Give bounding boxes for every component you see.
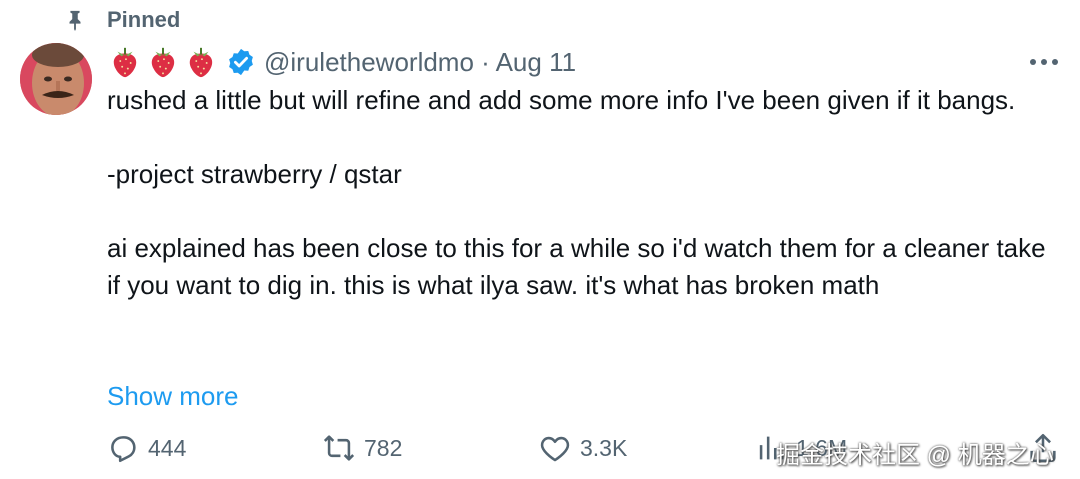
more-icon[interactable] [1026,48,1062,76]
tweet-paragraph: rushed a little but will refine and add … [107,85,1016,115]
tweet-header: @iruletheworldmo · Aug 11 [108,44,576,80]
heart-icon [540,436,570,462]
verified-badge-icon[interactable] [226,47,256,77]
pinned-indicator [64,6,86,34]
reply-button[interactable]: 444 [106,428,186,468]
author-handle-and-date[interactable]: @iruletheworldmo · Aug 11 [264,47,576,78]
tweet-text: rushed a little but will refine and add … [107,82,1057,304]
repost-icon [323,435,355,461]
avatar[interactable] [20,43,92,115]
strawberry-icon [189,47,213,78]
tweet-paragraph: ai explained has been close to this for … [107,233,1046,300]
like-count: 3.3K [580,434,628,461]
reply-icon [111,436,136,463]
show-more-link[interactable]: Show more [107,378,239,415]
reply-count: 444 [148,434,187,461]
repost-button[interactable]: 782 [322,428,402,468]
like-button[interactable]: 3.3K [538,428,627,468]
strawberry-icon [151,47,175,78]
avatar-image [20,43,92,115]
tweet-paragraph: -project strawberry / qstar [107,159,402,189]
pin-icon [69,10,81,32]
pinned-label: Pinned [107,7,181,32]
strawberry-icon [113,47,137,78]
repost-count: 782 [364,434,403,461]
watermark-text: 掘金技术社区 @ 机器之心 [776,442,1054,469]
